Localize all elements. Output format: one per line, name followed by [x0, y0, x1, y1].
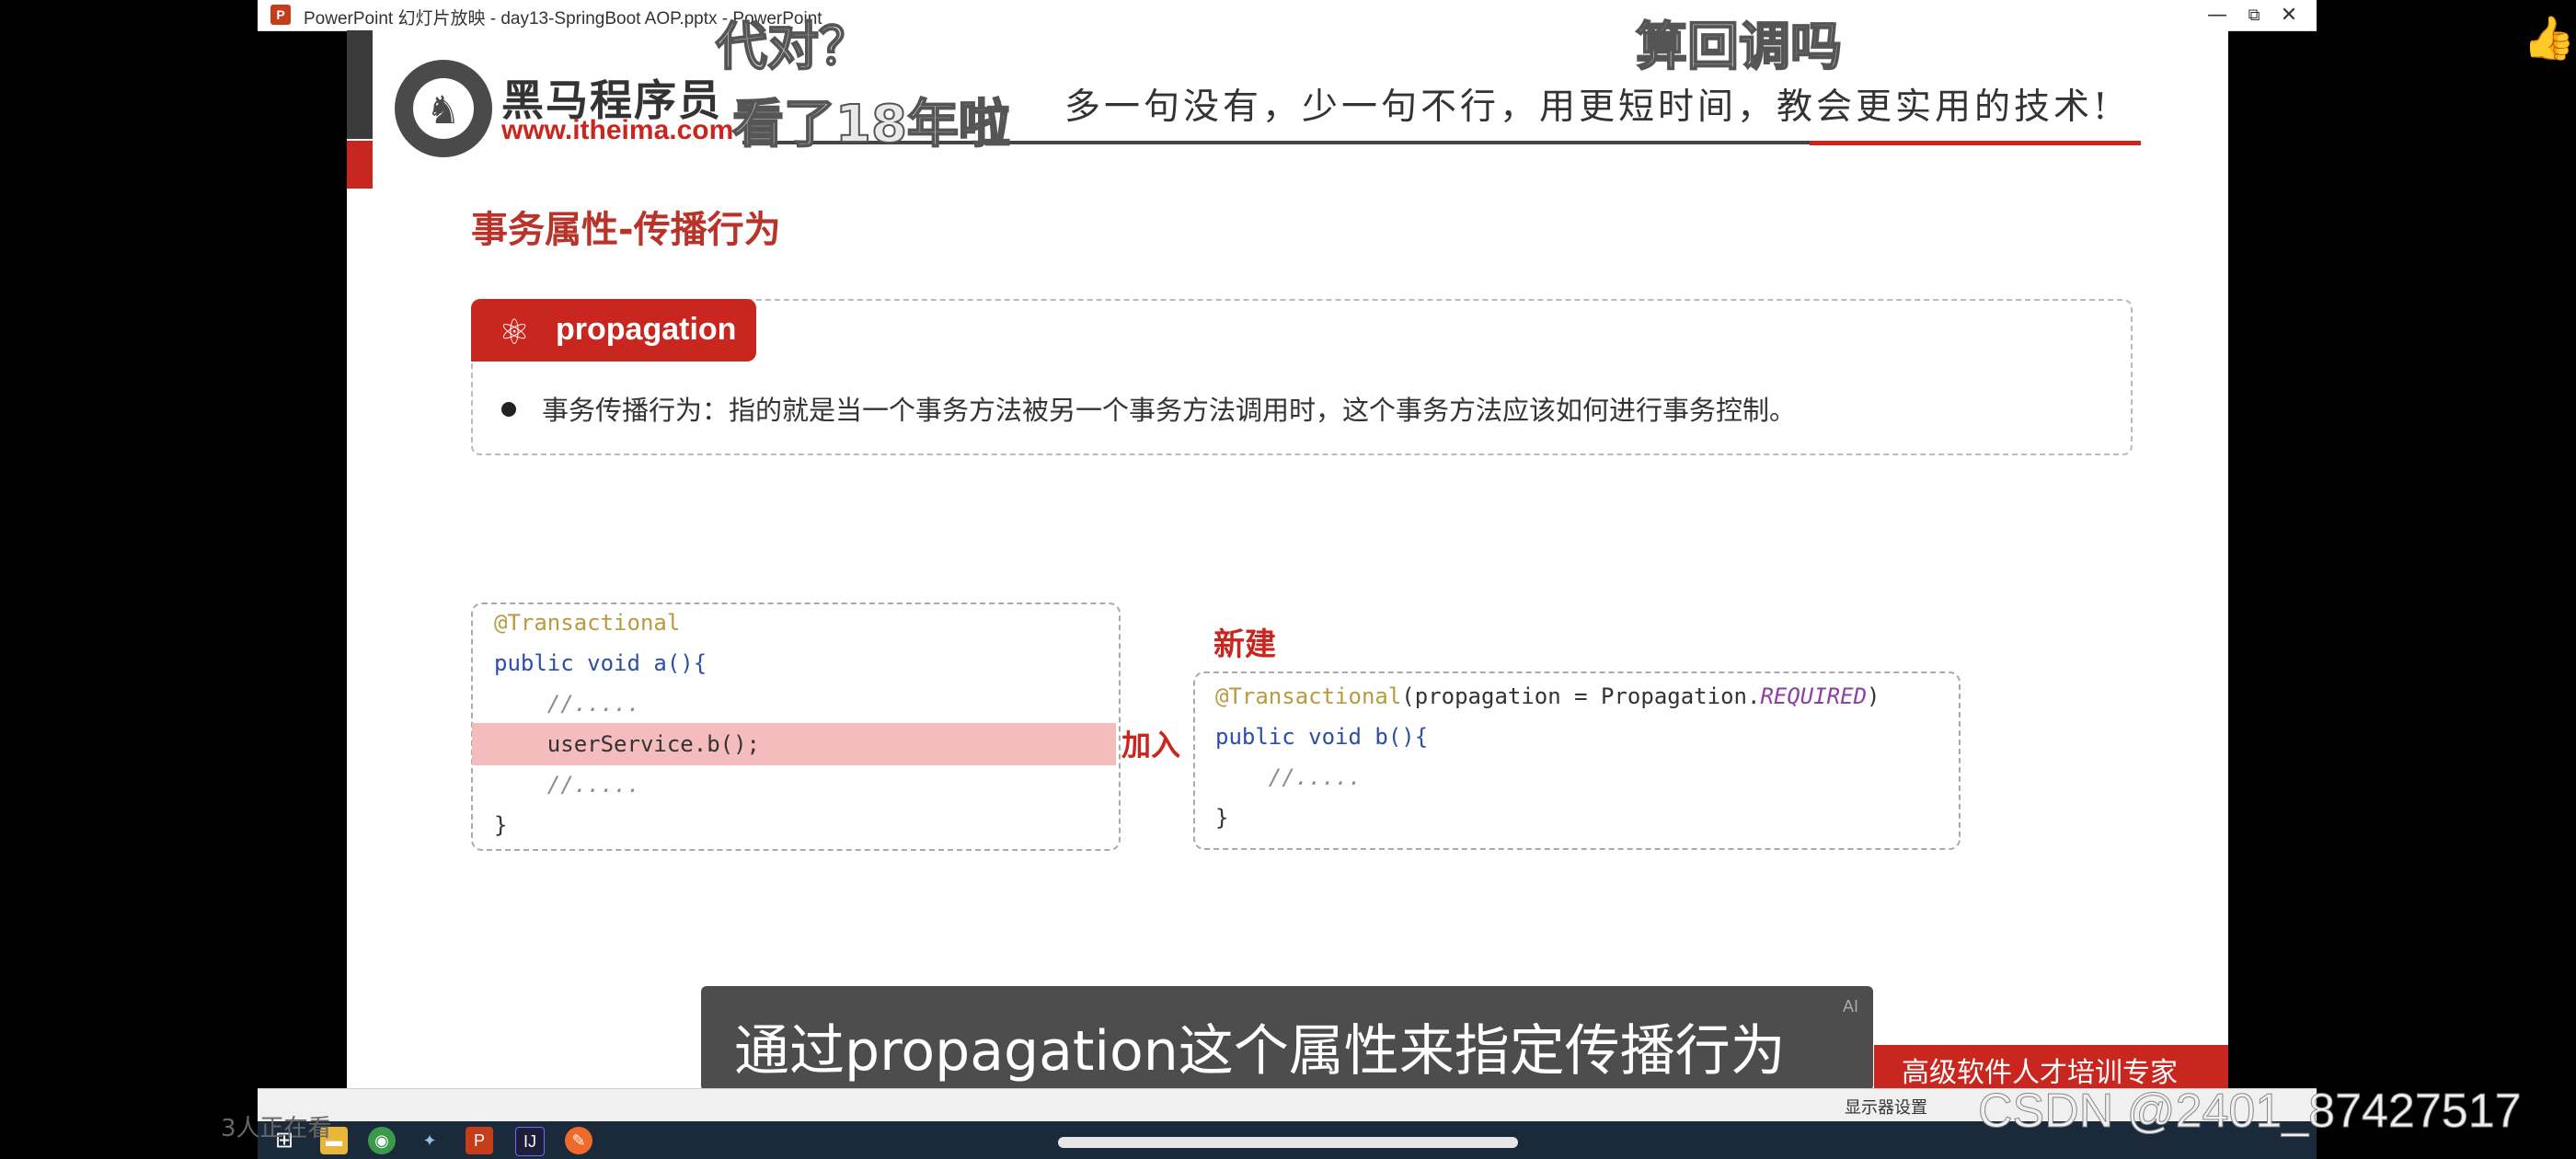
code-a-line-comment-2: //.....: [494, 772, 640, 798]
code-a-line-annotation: @Transactional: [494, 610, 681, 636]
handwritten-join: 加入: [1121, 728, 1181, 763]
handwritten-new: 新建: [1213, 626, 1276, 663]
close-button[interactable]: ✕: [2261, 0, 2317, 30]
video-subtitle: 通过propagation这个属性来指定传播行为 AI: [701, 986, 1873, 1091]
danmaku-comment-1: 代对？: [715, 17, 871, 78]
code-a-line-signature: public void a(){: [494, 650, 707, 676]
slogan: 多一句没有，少一句不行，用更短时间，教会更实用的技术!: [1064, 86, 2111, 128]
danmaku-comment-3: 算回调吗: [1635, 17, 1843, 78]
pen-tool-icon[interactable]: ✎: [565, 1127, 592, 1154]
slide-left-bar-red: [347, 141, 373, 189]
code-b-line-close: }: [1215, 805, 1229, 831]
intellij-icon[interactable]: IJ: [515, 1127, 545, 1156]
atom-icon: ⚛: [499, 312, 531, 352]
code-a-line-close: }: [494, 812, 508, 838]
code-b-line-signature: public void b(){: [1215, 724, 1429, 750]
thumb-up-icon[interactable]: 👍: [2523, 13, 2575, 63]
display-settings-button[interactable]: 显示器设置: [1845, 1095, 1927, 1119]
ai-badge: AI: [1842, 997, 1858, 1016]
slide-canvas: ♞ 黑马程序员 www.itheima.com 多一句没有，少一句不行，用更短时…: [347, 30, 2228, 1088]
slogan-underline-accent: [1810, 141, 2141, 145]
code-b-line-comment: //.....: [1215, 764, 1362, 790]
propagation-tag: ⚛ propagation: [471, 299, 756, 361]
chrome-icon[interactable]: ◉: [368, 1127, 396, 1154]
window-title-bar: P PowerPoint 幻灯片放映 - day13-SpringBoot AO…: [258, 0, 2317, 31]
subtitle-text: 通过propagation这个属性来指定传播行为: [734, 1019, 1786, 1084]
code-a-line-call: userService.b();: [494, 731, 760, 757]
footer-slogan: 高级软件人才培训专家: [1902, 1057, 2178, 1088]
browser-icon[interactable]: ✦: [416, 1127, 443, 1154]
slide-left-bar-dark: [347, 30, 373, 139]
danmaku-comment-2: 看了18年啦: [731, 94, 1011, 155]
csdn-watermark: CSDN @2401_87427517: [1978, 1084, 2523, 1139]
itheima-logo-icon: ♞: [395, 60, 492, 157]
brand-url: www.itheima.com: [501, 115, 734, 145]
slide-heading: 事务属性-传播行为: [471, 209, 781, 251]
viewers-count: 3人正在看: [221, 1115, 332, 1142]
propagation-tag-label: propagation: [556, 312, 737, 347]
powerpoint-app-icon: P: [270, 5, 291, 25]
code-a-line-comment-1: //.....: [494, 691, 640, 717]
home-indicator-bar[interactable]: [1058, 1137, 1518, 1148]
powerpoint-taskbar-icon[interactable]: P: [466, 1127, 493, 1154]
bullet-text: 事务传播行为：指的就是当一个事务方法被另一个事务方法调用时，这个事务方法应该如何…: [542, 395, 1797, 426]
code-b-line-annotation: @Transactional(propagation = Propagation…: [1215, 683, 1880, 709]
bullet-dot: [501, 402, 516, 417]
